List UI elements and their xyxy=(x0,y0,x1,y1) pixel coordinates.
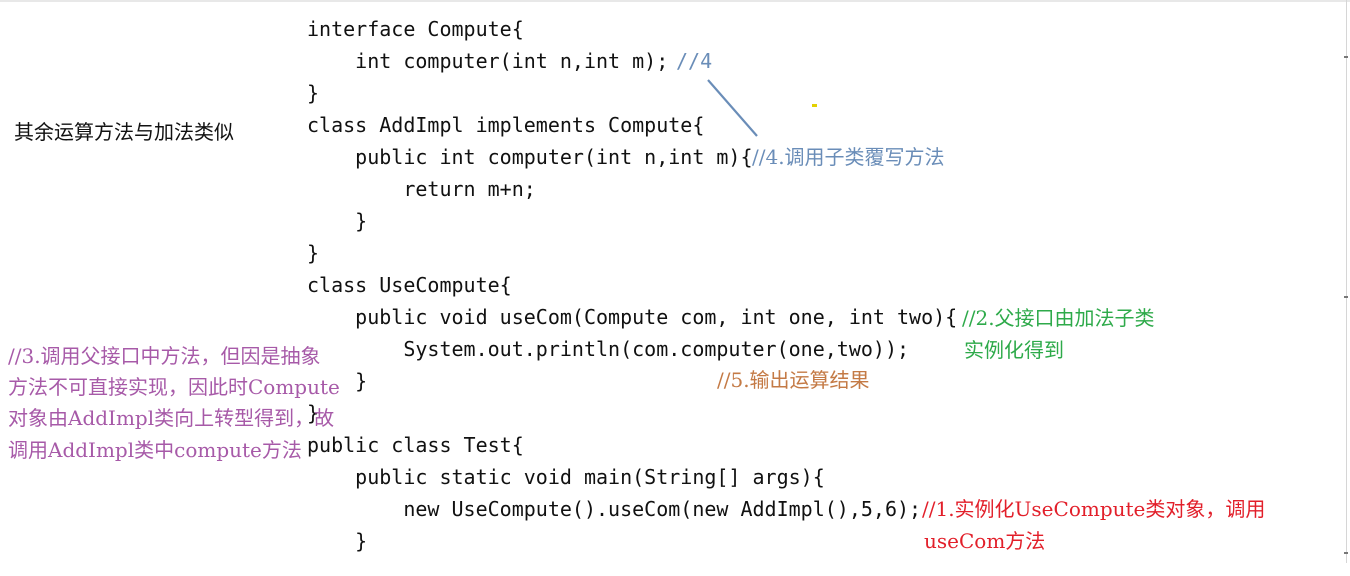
comment-3-line4: 调用AddImpl类中compute方法 xyxy=(8,438,302,462)
comment-1-line1: //1.实例化UseCompute类对象，调用 xyxy=(922,497,1266,521)
comment-2-line1: //2.父接口由加法子类 xyxy=(962,306,1155,330)
document-page: { "code": { "lines": [ "interface Comput… xyxy=(0,0,1350,563)
highlight-mark xyxy=(812,104,817,107)
comment-1-line2: useCom方法 xyxy=(924,529,1046,553)
comment-3-line2: 方法不可直接实现，因此时Compute xyxy=(8,375,340,399)
comment-3-line3: 对象由AddImpl类向上转型得到，故 xyxy=(8,406,335,430)
comment-2-line2: 实例化得到 xyxy=(964,338,1064,362)
comment-3-line1: //3.调用父接口中方法，但因是抽象 xyxy=(8,344,321,368)
arrow-connector xyxy=(707,79,758,137)
comment-5: //5.输出运算结果 xyxy=(717,368,870,392)
